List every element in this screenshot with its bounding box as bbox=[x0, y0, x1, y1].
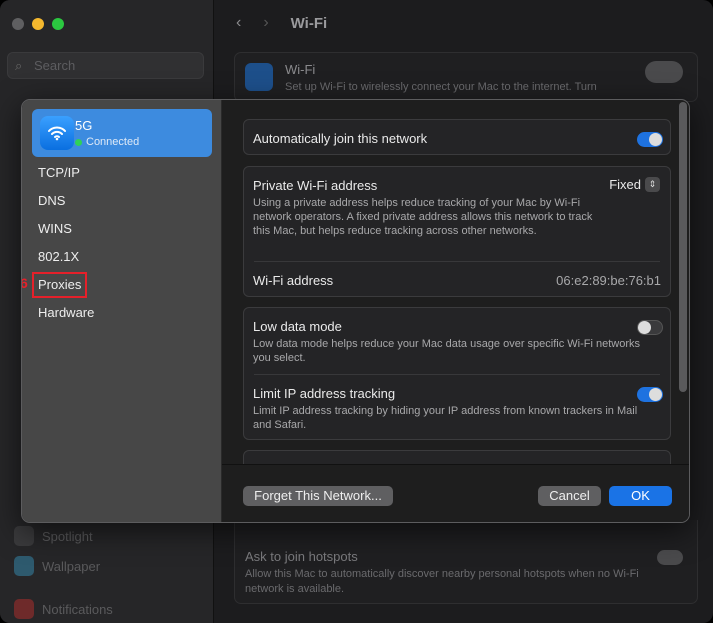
cancel-button[interactable]: Cancel bbox=[538, 486, 601, 506]
hotspots-card: Ask to join hotspots Allow this Mac to a… bbox=[234, 520, 698, 604]
nav-dns[interactable]: DNS bbox=[38, 193, 65, 208]
auto-join-toggle[interactable] bbox=[637, 132, 663, 147]
toolbar: ‹ › Wi-Fi bbox=[236, 14, 327, 32]
back-icon[interactable]: ‹ bbox=[236, 14, 241, 32]
wifi-card: Wi-Fi Set up Wi-Fi to wirelessly connect… bbox=[234, 52, 698, 102]
network-details-dialog: 5G Connected TCP/IP DNS WINS 802.1X Prox… bbox=[21, 99, 690, 523]
annotation-box bbox=[32, 272, 87, 298]
wifi-address-value: 06:e2:89:be:76:b1 bbox=[556, 273, 661, 288]
dialog-sidebar: 5G Connected TCP/IP DNS WINS 802.1X Prox… bbox=[22, 100, 222, 522]
sidebar-item-spotlight[interactable]: Spotlight bbox=[14, 526, 93, 546]
ok-button[interactable]: OK bbox=[609, 486, 672, 506]
wifi-toggle[interactable] bbox=[645, 61, 683, 83]
low-data-toggle[interactable] bbox=[637, 320, 663, 335]
connected-status-dot bbox=[75, 138, 82, 146]
scrollbar[interactable] bbox=[679, 102, 687, 392]
notifications-icon bbox=[14, 599, 34, 619]
nav-8021x[interactable]: 802.1X bbox=[38, 249, 79, 264]
minimize-button[interactable] bbox=[32, 18, 44, 30]
data-mode-group: Low data mode Low data mode helps reduce… bbox=[243, 307, 671, 440]
search-icon: ⌕ bbox=[15, 58, 23, 73]
dialog-footer: Forget This Network... Cancel OK bbox=[222, 464, 689, 522]
auto-join-row: Automatically join this network bbox=[243, 119, 671, 155]
spotlight-icon bbox=[14, 526, 34, 546]
close-button[interactable] bbox=[12, 18, 24, 30]
forget-network-button[interactable]: Forget This Network... bbox=[243, 486, 393, 506]
page-title: Wi-Fi bbox=[290, 14, 328, 32]
wallpaper-icon bbox=[14, 556, 34, 576]
private-address-group: Private Wi-Fi address Using a private ad… bbox=[243, 166, 671, 297]
sidebar-item-wallpaper[interactable]: Wallpaper bbox=[14, 556, 100, 576]
network-item-selected[interactable]: 5G Connected bbox=[32, 109, 212, 157]
hotspots-toggle[interactable] bbox=[657, 550, 683, 565]
wifi-icon bbox=[40, 116, 74, 150]
divider bbox=[254, 374, 660, 375]
zoom-button[interactable] bbox=[52, 18, 64, 30]
annotation-number: 6 bbox=[22, 275, 28, 291]
chevron-updown-icon: ⇕ bbox=[645, 177, 660, 192]
limit-ip-toggle[interactable] bbox=[637, 387, 663, 402]
nav-hardware[interactable]: Hardware bbox=[38, 305, 94, 320]
wifi-icon bbox=[245, 63, 273, 91]
sidebar-item-notifications[interactable]: Notifications bbox=[14, 599, 113, 619]
nav-tcpip[interactable]: TCP/IP bbox=[38, 165, 80, 180]
forward-icon[interactable]: › bbox=[263, 14, 268, 32]
divider bbox=[254, 261, 660, 262]
search-input[interactable]: ⌕ Search bbox=[7, 52, 204, 79]
nav-wins[interactable]: WINS bbox=[38, 221, 72, 236]
private-address-select[interactable]: Fixed ⇕ bbox=[609, 177, 660, 192]
